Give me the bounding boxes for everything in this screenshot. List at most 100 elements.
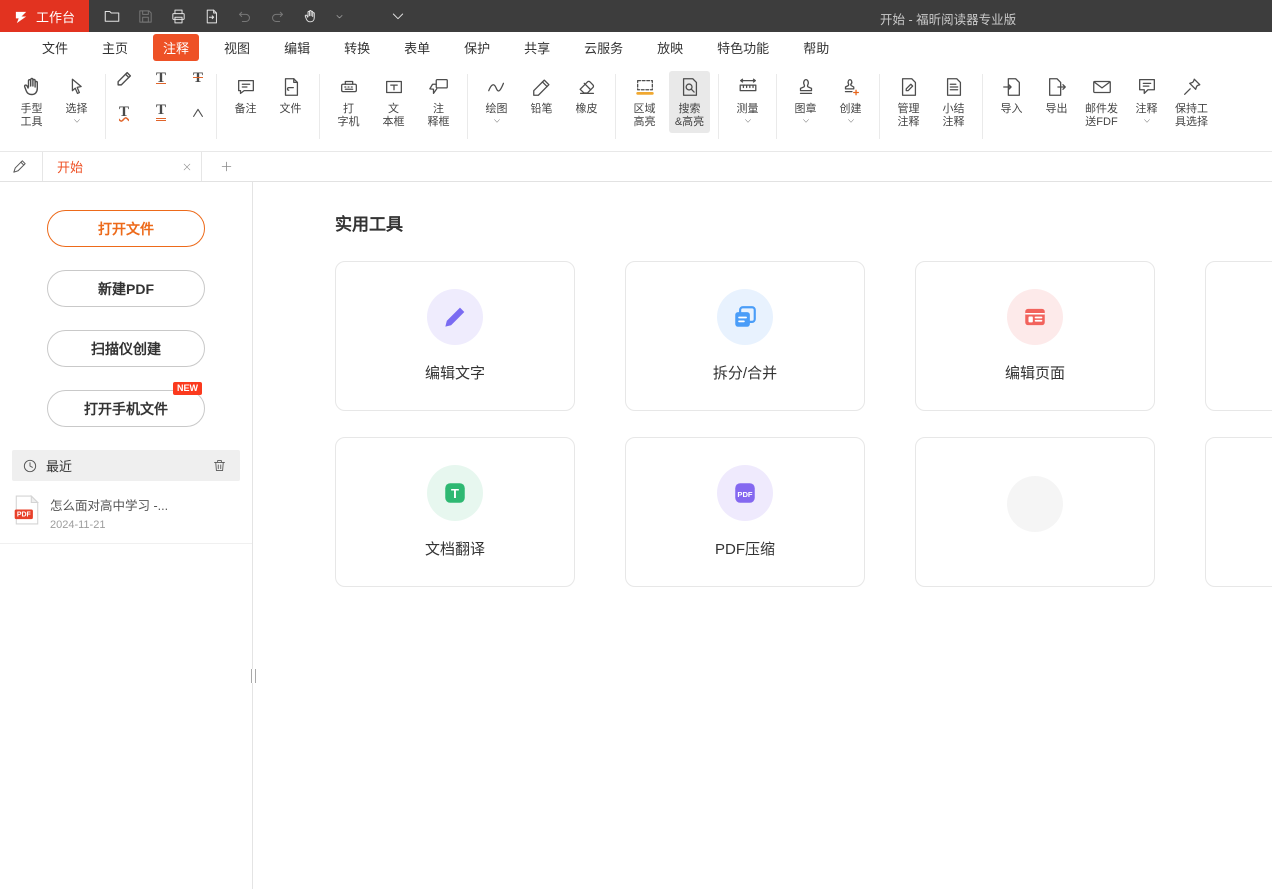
ribbon-item-hand-tool[interactable]: 手型 工具	[11, 71, 52, 133]
pushpin-icon	[1181, 74, 1203, 100]
squiggly-underline-tool[interactable]: T	[112, 100, 136, 124]
divider	[879, 74, 880, 139]
recent-file-item[interactable]: PDF 怎么面对高中学习 -... 2024-11-21	[0, 481, 252, 544]
ribbon-item-area-highlight[interactable]: 区域 高亮	[624, 71, 665, 133]
ribbon-item-manage-comments[interactable]: 管理 注释	[888, 71, 929, 133]
menu-tab-features[interactable]: 特色功能	[717, 34, 769, 61]
tool-card-edit-pages[interactable]: 编辑页面	[915, 261, 1155, 411]
ribbon-item-callout[interactable]: 注 释框	[418, 71, 459, 133]
menu-tab-comment[interactable]: 注释	[153, 34, 199, 61]
ribbon-item-note[interactable]: 备注	[225, 71, 266, 120]
save-button[interactable]	[130, 3, 160, 29]
insert-text-tool[interactable]	[186, 100, 210, 124]
underline-tool[interactable]: T	[149, 66, 173, 90]
divider	[776, 74, 777, 139]
open-file-button[interactable]: 打开文件	[47, 210, 205, 247]
menu-tab-present[interactable]: 放映	[657, 34, 683, 61]
highlight-tool[interactable]	[112, 66, 136, 90]
strikeout-tool[interactable]: T	[186, 66, 210, 90]
doc-translate-icon: T	[427, 465, 483, 521]
menu-tab-form[interactable]: 表单	[404, 34, 430, 61]
ribbon-item-select[interactable]: 选择	[56, 71, 97, 128]
edit-pages-icon	[1007, 289, 1063, 345]
menu-tab-edit[interactable]: 编辑	[284, 34, 310, 61]
recent-section-header: 最近	[12, 450, 240, 481]
menu-tab-home[interactable]: 主页	[102, 34, 128, 61]
divider	[216, 74, 217, 139]
eraser-icon	[576, 74, 598, 100]
quick-access-toolbar	[97, 3, 413, 29]
plus-icon	[220, 160, 233, 173]
chevron-down-icon	[802, 118, 810, 124]
divider	[105, 74, 106, 139]
tool-card-pdf-compress[interactable]: PDF PDF压缩	[625, 437, 865, 587]
new-badge: NEW	[173, 382, 202, 395]
menu-tab-help[interactable]: 帮助	[803, 34, 829, 61]
caret-icon	[191, 105, 205, 119]
workbench-button[interactable]: 工作台	[0, 0, 89, 32]
search-highlight-icon	[679, 74, 701, 100]
tab-close-button[interactable]	[182, 162, 192, 172]
edit-text-icon	[427, 289, 483, 345]
document-tab[interactable]: 开始	[42, 152, 202, 181]
tool-card-partial[interactable]	[1205, 437, 1272, 587]
ribbon-item-comments[interactable]: 注释	[1126, 71, 1167, 128]
sidebar-splitter-handle[interactable]	[251, 669, 256, 683]
tool-card-edit-text[interactable]: 编辑文字	[335, 261, 575, 411]
svg-text:PDF: PDF	[17, 512, 31, 519]
qat-customize-button[interactable]	[383, 3, 413, 29]
replace-text-tool[interactable]: T	[149, 100, 173, 124]
tool-card-partial[interactable]	[915, 437, 1155, 587]
scanner-create-button[interactable]: 扫描仪创建	[47, 330, 205, 367]
export-page-icon	[203, 8, 220, 25]
tool-card-split-merge[interactable]: 拆分/合并	[625, 261, 865, 411]
ribbon-item-textbox[interactable]: 文 本框	[373, 71, 414, 133]
ribbon-item-stamp[interactable]: 图章	[785, 71, 826, 128]
create-stamp-icon	[840, 74, 862, 100]
ribbon-item-export[interactable]: 导出	[1036, 71, 1077, 120]
new-pdf-button[interactable]: 新建PDF	[47, 270, 205, 307]
undo-button[interactable]	[229, 3, 259, 29]
tool-card-doc-translate[interactable]: T 文档翻译	[335, 437, 575, 587]
menu-tab-convert[interactable]: 转换	[344, 34, 370, 61]
ribbon-item-eraser[interactable]: 橡皮	[566, 71, 607, 120]
tool-card-pdf-to-word[interactable]: W PDF转Word	[1205, 261, 1272, 411]
menu-tab-protect[interactable]: 保护	[464, 34, 490, 61]
workbench-label: 工作台	[36, 7, 75, 26]
hand-icon	[20, 74, 44, 100]
ribbon-item-pencil[interactable]: 铅笔	[521, 71, 562, 120]
pdf-compress-icon: PDF	[717, 465, 773, 521]
start-page-button[interactable]	[6, 154, 32, 180]
hand-tool-dropdown[interactable]	[324, 3, 354, 29]
menu-tab-share[interactable]: 共享	[524, 34, 550, 61]
ribbon-item-measure[interactable]: 测量	[727, 71, 768, 128]
divider	[615, 74, 616, 139]
document-tab-bar: 开始	[0, 152, 1272, 182]
menu-tab-view[interactable]: 视图	[224, 34, 250, 61]
ribbon-item-drawing[interactable]: 绘图	[476, 71, 517, 128]
redo-button[interactable]	[262, 3, 292, 29]
clear-recent-button[interactable]	[208, 455, 230, 477]
menu-tab-file[interactable]: 文件	[42, 34, 68, 61]
ribbon-item-summarize-comments[interactable]: 小结 注释	[933, 71, 974, 133]
ribbon-tab-bar: 文件 主页 注释 视图 编辑 转换 表单 保护 共享 云服务 放映 特色功能 帮…	[0, 32, 1272, 62]
comments-bubble-icon	[1136, 74, 1158, 100]
pencil-icon	[531, 74, 553, 100]
text-markup-group: T T T T	[112, 66, 210, 151]
divider	[467, 74, 468, 139]
open-mobile-file-button[interactable]: 打开手机文件 NEW	[47, 390, 205, 427]
ribbon-item-email-fdf[interactable]: 邮件发 送FDF	[1081, 71, 1122, 133]
export-button[interactable]	[196, 3, 226, 29]
menu-tab-cloud[interactable]: 云服务	[584, 34, 623, 61]
ribbon-item-import[interactable]: 导入	[991, 71, 1032, 120]
ribbon-item-typewriter[interactable]: 打 字机	[328, 71, 369, 133]
ribbon-item-file-attachment[interactable]: 文件	[270, 71, 311, 120]
ribbon-item-keep-tool-selected[interactable]: 保持工 具选择	[1171, 71, 1212, 133]
clock-icon	[22, 458, 38, 474]
ribbon-item-search-highlight[interactable]: 搜索 &高亮	[669, 71, 710, 133]
new-tab-button[interactable]	[215, 156, 237, 178]
ribbon-item-create-stamp[interactable]: 创建	[830, 71, 871, 128]
hand-tool-quick-button[interactable]	[295, 3, 325, 29]
open-file-button[interactable]	[97, 3, 127, 29]
print-button[interactable]	[163, 3, 193, 29]
